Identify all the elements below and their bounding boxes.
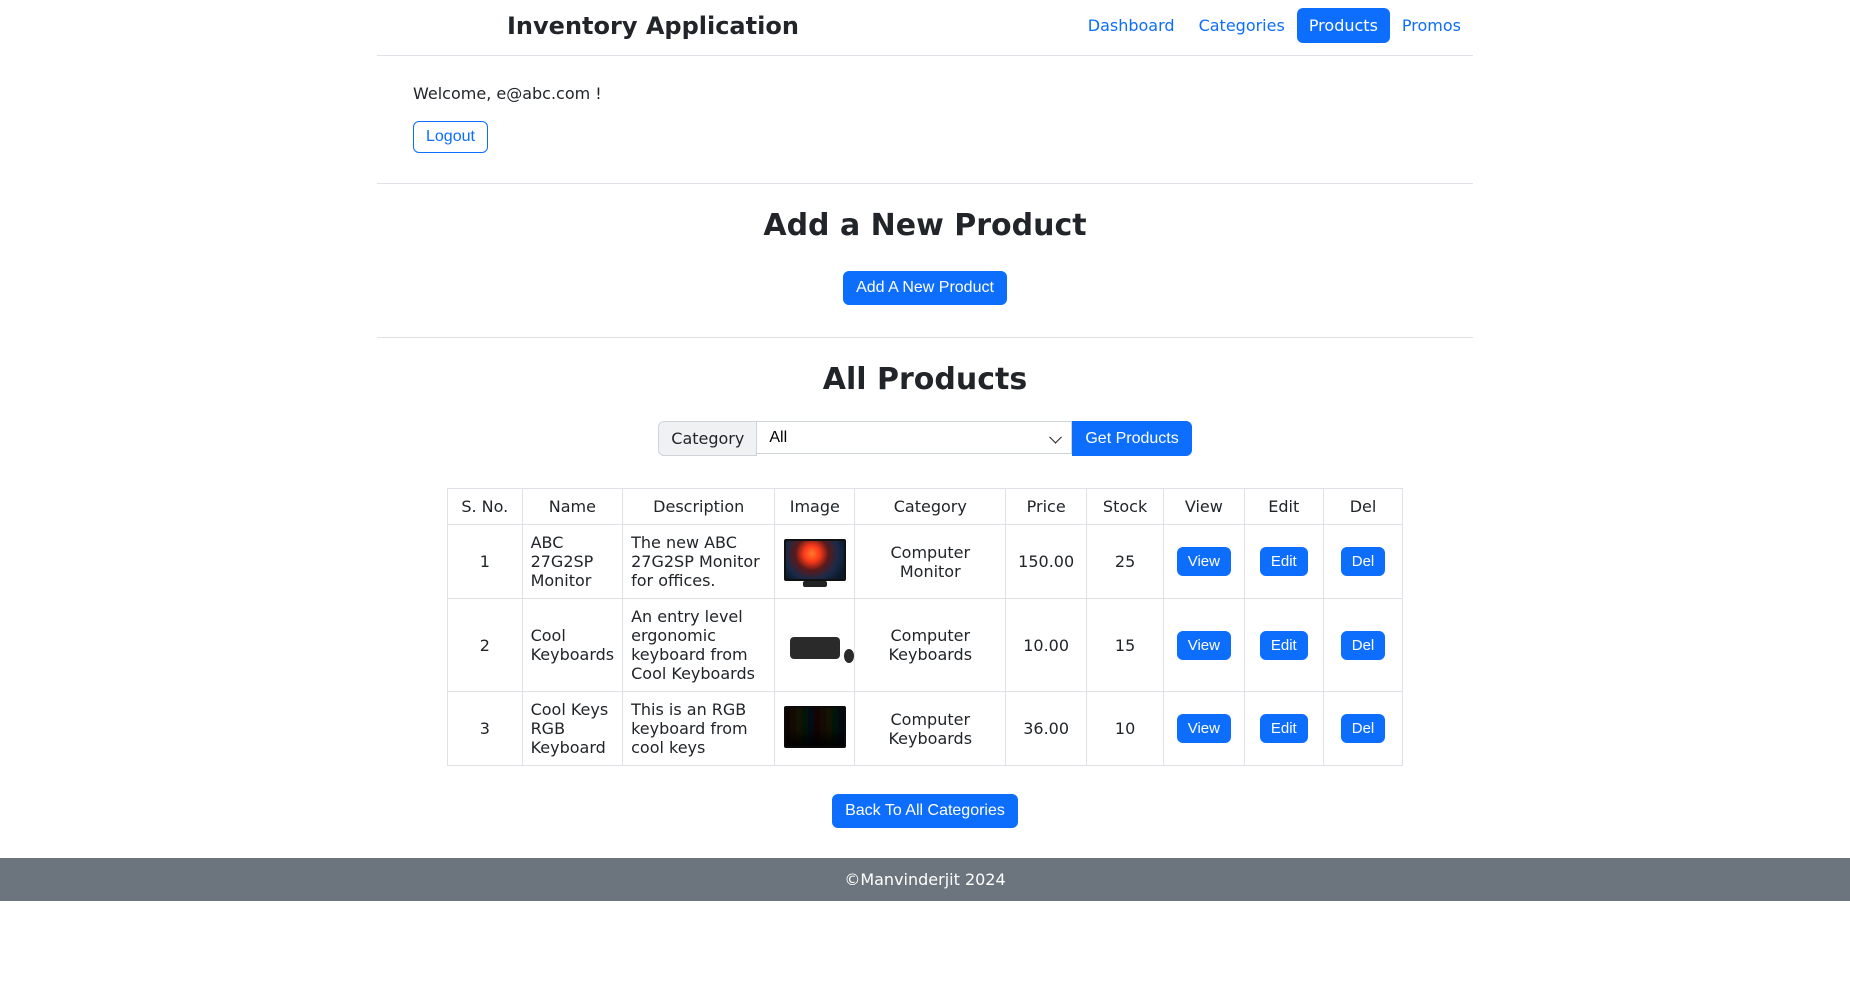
th-edit: Edit (1244, 489, 1323, 525)
category-filter-group: Category All Get Products (658, 421, 1191, 456)
navbar: Inventory Application Dashboard Categori… (377, 0, 1473, 56)
nav-links: Dashboard Categories Products Promos (1076, 8, 1473, 43)
nav-promos[interactable]: Promos (1390, 8, 1473, 43)
add-product-button[interactable]: Add A New Product (843, 271, 1007, 305)
view-button[interactable]: View (1177, 714, 1231, 743)
category-filter-label: Category (658, 421, 757, 456)
del-button[interactable]: Del (1341, 714, 1386, 743)
category-select[interactable]: All (757, 421, 1072, 454)
view-button[interactable]: View (1177, 631, 1231, 660)
products-table: S. No. Name Description Image Category P… (447, 488, 1403, 766)
cell-description: An entry level ergonomic keyboard from C… (623, 599, 775, 692)
th-image: Image (775, 489, 855, 525)
cell-price: 150.00 (1006, 525, 1087, 599)
footer-text: ©Manvinderjit 2024 (844, 870, 1005, 889)
cell-description: The new ABC 27G2SP Monitor for offices. (623, 525, 775, 599)
add-product-section: Add a New Product Add A New Product (377, 184, 1473, 338)
cell-sno: 3 (448, 692, 523, 766)
add-product-heading: Add a New Product (377, 208, 1473, 243)
product-thumbnail (790, 637, 840, 659)
cell-stock: 10 (1086, 692, 1163, 766)
table-row: 2Cool KeyboardsAn entry level ergonomic … (448, 599, 1403, 692)
cell-image (775, 599, 855, 692)
all-products-section: All Products Category All Get Products S… (377, 338, 1473, 858)
cell-price: 36.00 (1006, 692, 1087, 766)
logout-button[interactable]: Logout (413, 121, 488, 153)
cell-category: Computer Keyboards (855, 599, 1006, 692)
view-button[interactable]: View (1177, 547, 1231, 576)
th-del: Del (1324, 489, 1403, 525)
cell-category: Computer Keyboards (855, 692, 1006, 766)
welcome-block: Welcome, e@abc.com ! Logout (377, 56, 1473, 184)
app-brand: Inventory Application (377, 12, 799, 40)
nav-categories[interactable]: Categories (1187, 8, 1297, 43)
th-stock: Stock (1086, 489, 1163, 525)
del-button[interactable]: Del (1341, 547, 1386, 576)
cell-sno: 1 (448, 525, 523, 599)
cell-stock: 15 (1086, 599, 1163, 692)
cell-image (775, 525, 855, 599)
table-row: 1ABC 27G2SP MonitorThe new ABC 27G2SP Mo… (448, 525, 1403, 599)
nav-dashboard[interactable]: Dashboard (1076, 8, 1187, 43)
all-products-heading: All Products (377, 362, 1473, 397)
edit-button[interactable]: Edit (1260, 631, 1308, 660)
back-to-categories-button[interactable]: Back To All Categories (832, 794, 1018, 828)
cell-name: ABC 27G2SP Monitor (522, 525, 623, 599)
edit-button[interactable]: Edit (1260, 547, 1308, 576)
cell-image (775, 692, 855, 766)
cell-description: This is an RGB keyboard from cool keys (623, 692, 775, 766)
table-row: 3Cool Keys RGB KeyboardThis is an RGB ke… (448, 692, 1403, 766)
th-description: Description (623, 489, 775, 525)
get-products-button[interactable]: Get Products (1072, 421, 1191, 456)
cell-category: Computer Monitor (855, 525, 1006, 599)
del-button[interactable]: Del (1341, 631, 1386, 660)
product-thumbnail (784, 706, 846, 748)
cell-price: 10.00 (1006, 599, 1087, 692)
cell-name: Cool Keyboards (522, 599, 623, 692)
edit-button[interactable]: Edit (1260, 714, 1308, 743)
th-view: View (1164, 489, 1244, 525)
nav-products[interactable]: Products (1297, 8, 1390, 43)
th-sno: S. No. (448, 489, 523, 525)
th-price: Price (1006, 489, 1087, 525)
th-name: Name (522, 489, 623, 525)
cell-sno: 2 (448, 599, 523, 692)
cell-stock: 25 (1086, 525, 1163, 599)
product-thumbnail (784, 539, 846, 581)
welcome-text: Welcome, e@abc.com ! (413, 84, 1473, 103)
th-category: Category (855, 489, 1006, 525)
cell-name: Cool Keys RGB Keyboard (522, 692, 623, 766)
footer: ©Manvinderjit 2024 (0, 858, 1850, 901)
